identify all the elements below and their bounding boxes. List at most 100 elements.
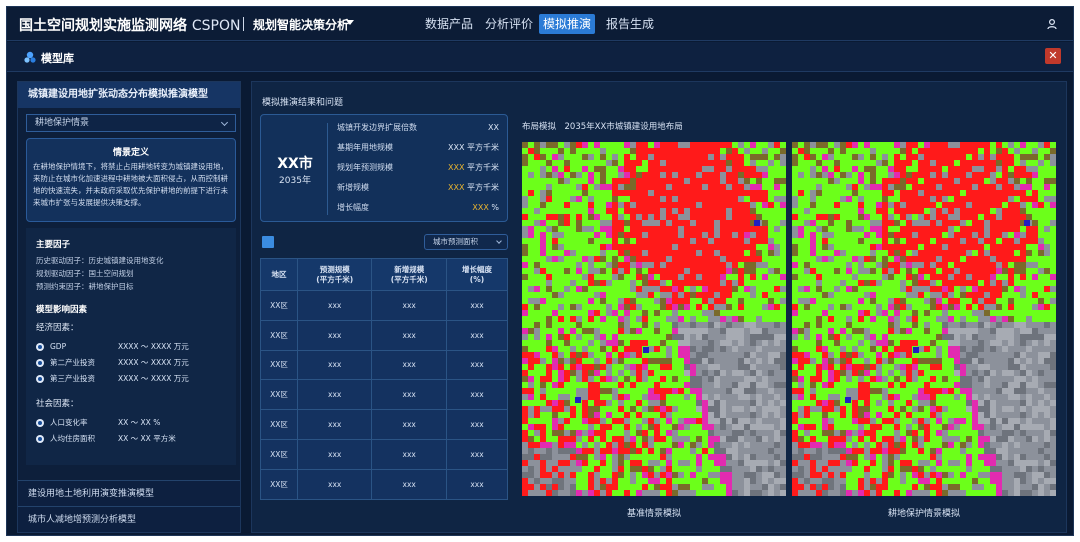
- table-cell: xxx: [371, 438, 447, 470]
- scenario-definition-box: 情景定义 在耕地保护情境下，将禁止占用耕地转变为城镇建设用地，来防止在城市化加速…: [26, 138, 236, 222]
- nav-tab-analysis[interactable]: 分析评价: [485, 14, 533, 34]
- brand-title: 国土空间规划实施监测网络 CSPON: [19, 15, 240, 35]
- table-cell: xxx: [371, 409, 447, 440]
- table-cell: xxx: [445, 409, 509, 440]
- main-factor-line: 历史驱动因子：历史城镇建设用地变化: [36, 256, 164, 265]
- table-cell: xxx: [371, 319, 447, 351]
- model-list-item[interactable]: 建设用地土地利用演变推演模型: [18, 480, 240, 506]
- factor-radio-secondary-industry[interactable]: 第二产业投资 XXXX ～ XXXX 万元: [36, 355, 226, 371]
- model-library-title: 模型库: [41, 52, 74, 65]
- table-cell: xxx: [371, 290, 447, 321]
- table-row[interactable]: XX区 xxx xxx xxx: [260, 468, 509, 500]
- factor-radio-tertiary-industry[interactable]: 第三产业投资 XXXX ～ XXXX 万元: [36, 371, 226, 387]
- subsystem-chevron-down-icon[interactable]: [346, 20, 354, 25]
- brand-latin: CSPON: [191, 18, 241, 34]
- main-factor-line: 规划驱动因子：国土空间规划: [36, 269, 134, 278]
- definition-text: 在耕地保护情境下，将禁止占用耕地转变为城镇建设用地，来防止在城市化加速进程中耕地…: [33, 162, 228, 207]
- table-cell: xxx: [445, 468, 509, 500]
- nav-tab-report[interactable]: 报告生成: [605, 14, 655, 34]
- social-factors-title: 社会因素：: [36, 399, 79, 409]
- app-window: 国土空间规划实施监测网络 CSPON 规划智能决策分析 数据产品 分析评价 模拟…: [6, 6, 1074, 536]
- results-title: 模拟推演结果和问题: [262, 98, 344, 108]
- col-header-growth[interactable]: 增长幅度 (%): [445, 258, 509, 291]
- table-header-row: 地区 预测规模 (平方千米) 新增规模 (平方千米) 增长幅度 (%): [260, 258, 509, 291]
- table-metric-select[interactable]: 城市预测面积: [424, 234, 508, 250]
- brand-divider: [243, 17, 244, 31]
- main-factor-line: 预测约束因子：耕地保护目标: [36, 282, 134, 291]
- model-library-icon: [24, 51, 36, 63]
- nav-tab-data-products[interactable]: 数据产品: [425, 14, 473, 34]
- results-panel: 模拟推演结果和问题 XX市 2035年 城镇开发边界扩展倍数 XX 基期年用地规模…: [251, 81, 1067, 533]
- farmland-map-canvas[interactable]: [792, 142, 1056, 496]
- stat-row: 新增规模 XXX 平方千米: [337, 183, 499, 192]
- table-cell: xxx: [445, 349, 509, 381]
- baseline-scenario-map[interactable]: [522, 142, 786, 496]
- factor-radio-population[interactable]: 人口变化率 XX ～ XX %: [36, 415, 226, 431]
- stat-row: 基期年用地规模 XXX 平方千米: [337, 143, 499, 152]
- chevron-down-icon: [496, 238, 502, 244]
- table-cell: XX区: [260, 290, 298, 321]
- table-row[interactable]: XX区 xxx xxx xxx: [260, 379, 509, 411]
- city-summary-card: XX市 2035年 城镇开发边界扩展倍数 XX 基期年用地规模 XXX 平方千米 规…: [260, 114, 508, 222]
- table-cell: xxx: [371, 468, 447, 500]
- col-header-predicted[interactable]: 预测规模 (平方千米): [296, 258, 373, 291]
- table-cell: xxx: [445, 379, 509, 411]
- factor-radio-housing[interactable]: 人均住房面积 XX ～ XX 平方米: [36, 431, 226, 447]
- table-row[interactable]: XX区 xxx xxx xxx: [260, 319, 509, 351]
- city-name: XX市: [277, 156, 313, 172]
- table-cell: XX区: [260, 379, 298, 411]
- stat-row: 增长幅度 XXX %: [337, 203, 499, 212]
- radio-icon[interactable]: [36, 359, 44, 367]
- table-cell: XX区: [260, 409, 298, 440]
- map-section-title: 布局模拟 2035年XX市城镇建设用地布局: [522, 122, 683, 132]
- table-cell: xxx: [296, 319, 373, 351]
- chevron-down-icon: [220, 118, 229, 127]
- economic-factors-title: 经济因素：: [36, 323, 79, 333]
- subsystem-title[interactable]: 规划智能决策分析: [253, 16, 349, 33]
- active-model-title[interactable]: 城镇建设用地扩张动态分布模拟推演模型: [18, 82, 240, 108]
- district-table: 地区 预测规模 (平方千米) 新增规模 (平方千米) 增长幅度 (%) XX区 x…: [260, 258, 509, 500]
- factor-radio-gdp[interactable]: GDP XXXX ～ XXXX 万元: [36, 339, 226, 355]
- brand-name: 国土空间规划实施监测网络: [19, 18, 187, 34]
- city-year: 2035年: [279, 176, 311, 186]
- table-row[interactable]: XX区 xxx xxx xxx: [260, 349, 509, 381]
- table-cell: xxx: [296, 290, 373, 321]
- table-cell: XX区: [260, 319, 298, 351]
- model-list-item[interactable]: 城市人减地增预测分析模型: [18, 506, 240, 532]
- table-cell: xxx: [445, 290, 509, 321]
- farmland-scenario-map[interactable]: [792, 142, 1056, 496]
- stat-row: 城镇开发边界扩展倍数 XX: [337, 123, 499, 132]
- table-cell: xxx: [445, 319, 509, 351]
- user-icon[interactable]: [1045, 17, 1059, 31]
- table-row[interactable]: XX区 xxx xxx xxx: [260, 438, 509, 470]
- nav-tab-simulation[interactable]: 模拟推演: [539, 14, 595, 34]
- radio-icon[interactable]: [36, 375, 44, 383]
- table-row[interactable]: XX区 xxx xxx xxx: [260, 290, 509, 321]
- table-cell: XX区: [260, 438, 298, 470]
- radio-icon[interactable]: [36, 435, 44, 443]
- col-header-added[interactable]: 新增规模 (平方千米): [371, 258, 447, 291]
- table-cell: xxx: [371, 349, 447, 381]
- stat-row: 规划年预测规模 XXX 平方千米: [337, 163, 499, 172]
- baseline-map-label: 基准情景模拟: [626, 509, 681, 519]
- main-factors-title: 主要因子: [36, 240, 71, 250]
- table-cell: xxx: [371, 379, 447, 411]
- scenario-select-value: 耕地保护情景: [35, 118, 90, 128]
- table-export-icon[interactable]: [262, 236, 274, 248]
- table-cell: xxx: [296, 349, 373, 381]
- table-cell: xxx: [445, 438, 509, 470]
- table-cell: xxx: [296, 438, 373, 470]
- table-row[interactable]: XX区 xxx xxx xxx: [260, 409, 509, 440]
- table-cell: xxx: [296, 409, 373, 440]
- model-config-panel: 城镇建设用地扩张动态分布模拟推演模型 耕地保护情景 情景定义 在耕地保护情境下，…: [17, 81, 241, 533]
- definition-title: 情景定义: [112, 148, 149, 158]
- baseline-map-canvas[interactable]: [522, 142, 786, 496]
- radio-icon[interactable]: [36, 419, 44, 427]
- col-header-district[interactable]: 地区: [260, 258, 298, 291]
- influence-title: 模型影响因素: [36, 305, 88, 315]
- scenario-select[interactable]: 耕地保护情景: [26, 114, 236, 132]
- table-cell: xxx: [296, 379, 373, 411]
- radio-icon[interactable]: [36, 343, 44, 351]
- close-icon[interactable]: ✕: [1045, 48, 1061, 64]
- farmland-map-label: 耕地保护情景模拟: [887, 509, 960, 519]
